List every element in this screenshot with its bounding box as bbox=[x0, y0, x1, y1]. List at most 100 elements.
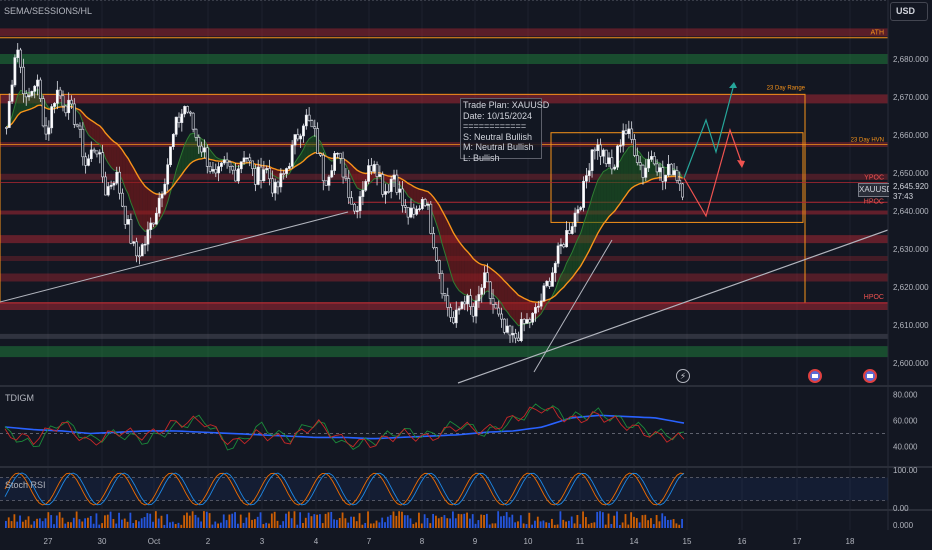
candle-body bbox=[618, 145, 622, 147]
candle-body bbox=[75, 124, 79, 127]
candle-body bbox=[316, 128, 320, 154]
candle-body bbox=[570, 226, 574, 234]
cloud-segment bbox=[510, 286, 513, 320]
volume-bar bbox=[290, 518, 293, 528]
volume-bar bbox=[330, 511, 333, 528]
volume-bar bbox=[650, 518, 652, 528]
volume-bar bbox=[338, 517, 341, 528]
volume-bar bbox=[81, 521, 84, 528]
candle-body bbox=[55, 89, 59, 104]
price-tick-label: 2,610.000 bbox=[893, 321, 929, 330]
volume-bar bbox=[208, 513, 211, 528]
volume-bar bbox=[618, 524, 621, 528]
volume-bar bbox=[367, 511, 369, 528]
volume-bar bbox=[38, 518, 41, 528]
stoch-tick-label: 100.00 bbox=[893, 466, 918, 475]
cloud-segment bbox=[512, 289, 516, 323]
candle-body bbox=[290, 144, 294, 167]
price-axis[interactable]: 2,680.000 2,670.000 2,660.000 2,650.000 2,64… bbox=[893, 55, 929, 530]
volume-bar bbox=[21, 521, 24, 528]
candle-body bbox=[525, 319, 529, 324]
volume-bar bbox=[579, 524, 582, 528]
candle-body bbox=[245, 157, 249, 160]
volume-bar bbox=[570, 516, 573, 528]
level-label: YPOC bbox=[864, 175, 884, 182]
volume-bar bbox=[432, 513, 435, 528]
candle-body bbox=[154, 212, 158, 225]
time-tick-label: 11 bbox=[576, 537, 585, 546]
volume-bar bbox=[248, 512, 251, 528]
volume-bar bbox=[624, 514, 627, 528]
candle-body bbox=[242, 157, 246, 162]
cloud-segment bbox=[473, 258, 477, 301]
candle-body bbox=[30, 91, 34, 96]
candle-body bbox=[146, 229, 150, 245]
candle-body bbox=[5, 127, 8, 129]
last-price-countdown: 37:43 bbox=[893, 192, 914, 201]
volume-bar bbox=[225, 520, 228, 528]
volume-bar bbox=[384, 522, 386, 528]
volume-bar bbox=[406, 515, 409, 528]
candle-body bbox=[188, 111, 192, 114]
volume-bar bbox=[47, 512, 50, 528]
candle-body bbox=[310, 120, 314, 128]
volume-bar bbox=[143, 516, 146, 528]
volume-bar bbox=[375, 520, 378, 528]
cloud-segment bbox=[190, 133, 194, 164]
cloud-segment bbox=[609, 167, 612, 217]
volume-bar bbox=[483, 514, 485, 528]
cloud-segment bbox=[606, 167, 610, 221]
candle-body bbox=[321, 154, 325, 182]
volume-bar bbox=[652, 524, 655, 528]
cloud-segment bbox=[628, 145, 632, 192]
volume-bar bbox=[664, 516, 666, 528]
time-axis[interactable]: 27 30 Oct 2 3 4 7 8 9 10 11 14 15 16 17 18 bbox=[44, 537, 855, 546]
currency-button[interactable]: USD bbox=[890, 2, 928, 21]
candle-body bbox=[667, 163, 670, 176]
candle-body bbox=[471, 306, 475, 317]
candle-body bbox=[112, 182, 116, 186]
candle-body bbox=[225, 159, 229, 163]
cloud-segment bbox=[611, 167, 615, 214]
candle-body bbox=[384, 191, 387, 195]
time-tick-label: 17 bbox=[793, 537, 802, 546]
cloud-segment bbox=[94, 122, 97, 143]
candle-body bbox=[375, 164, 379, 177]
zone-band bbox=[0, 333, 888, 339]
candle-body bbox=[319, 153, 322, 156]
event-flag-icon[interactable] bbox=[863, 369, 877, 383]
candle-body bbox=[452, 316, 455, 324]
tdi-series-line bbox=[4, 414, 685, 440]
volume-bar bbox=[126, 521, 129, 528]
candle-body bbox=[143, 243, 147, 246]
volume-bar bbox=[239, 514, 242, 528]
time-tick-label: 16 bbox=[738, 537, 747, 546]
chart-canvas[interactable]: ATH 23 Day Range 23 Day HVN YPOC HPOC HPOC Las… bbox=[0, 0, 932, 550]
candle-body bbox=[302, 125, 305, 137]
candle-body bbox=[338, 152, 342, 159]
candle-body bbox=[174, 116, 178, 135]
candle-body bbox=[327, 176, 331, 186]
candle-body bbox=[584, 175, 588, 182]
symbol-tag: XAUUSD bbox=[858, 183, 892, 197]
candle-body bbox=[658, 167, 662, 173]
volume-bar bbox=[502, 515, 505, 528]
volume-bar bbox=[378, 522, 381, 528]
candle-body bbox=[386, 191, 390, 193]
volume-bar bbox=[129, 512, 132, 528]
volume-bar bbox=[389, 515, 392, 528]
candle-body bbox=[353, 203, 356, 212]
level-label: HPOC bbox=[864, 198, 884, 205]
candle-body bbox=[435, 247, 438, 261]
volume-bar bbox=[565, 521, 567, 528]
candle-body bbox=[137, 255, 141, 258]
candle-body bbox=[389, 178, 393, 192]
volume-bar bbox=[163, 524, 166, 528]
event-flag-icon[interactable] bbox=[808, 369, 822, 383]
ema-slow-line bbox=[6, 104, 683, 304]
volume-bar bbox=[220, 522, 222, 528]
candle-body bbox=[613, 166, 617, 170]
candle-body bbox=[406, 207, 410, 218]
candle-body bbox=[160, 193, 164, 199]
flash-icon[interactable]: ⚡ bbox=[676, 369, 690, 383]
